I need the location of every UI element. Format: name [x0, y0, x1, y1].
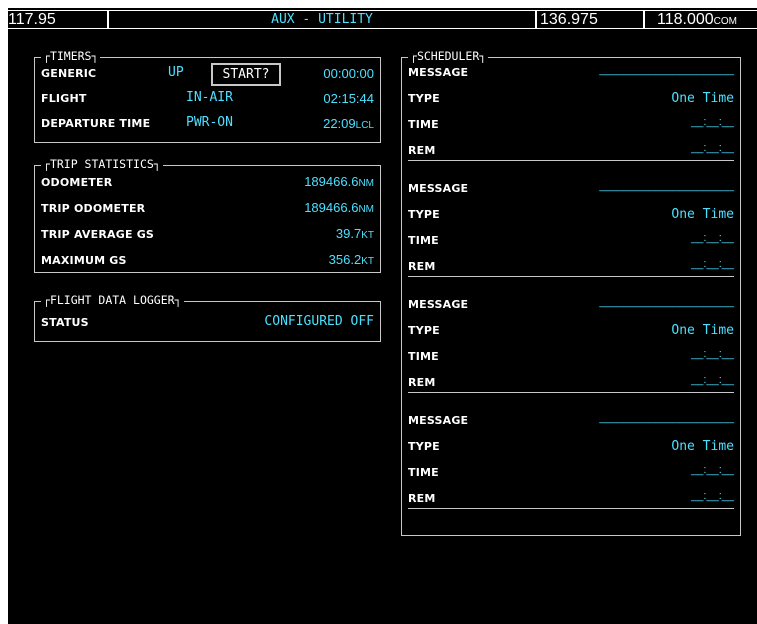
trip-average-gs-row: TRIP AVERAGE GS 39.7KT — [35, 224, 380, 244]
maximum-gs-label: MAXIMUM GS — [41, 254, 127, 267]
scheduler-rem-value[interactable]: __:__:__ — [691, 374, 734, 386]
maximum-gs-row: MAXIMUM GS 356.2KT — [35, 250, 380, 270]
trip-odometer-row: TRIP ODOMETER 189466.6NM — [35, 198, 380, 218]
scheduler-separator — [408, 392, 734, 393]
trip-odometer-value: 189466.6NM — [304, 200, 374, 215]
com-active-frequency: 136.975 — [540, 11, 598, 28]
trip-statistics-title: ┌TRIP STATISTICS┐ — [41, 157, 163, 171]
odometer-row: ODOMETER 189466.6NM — [35, 172, 380, 192]
scheduler-type-value[interactable]: One Time — [671, 323, 734, 338]
scheduler-time-label: TIME — [408, 350, 439, 363]
com-standby-frequency: 118.000 — [657, 11, 714, 28]
scheduler-time-value[interactable]: __:__:__ — [691, 232, 734, 244]
scheduler-time-row: TIME __:__:__ — [402, 346, 740, 366]
generic-label: GENERIC — [41, 67, 97, 80]
mfd-screen: 117.95 AUX - UTILITY 136.975 118.000COM … — [8, 8, 757, 624]
scheduler-time-row: TIME __:__:__ — [402, 230, 740, 250]
scheduler-time-value[interactable]: __:__:__ — [691, 348, 734, 360]
scheduler-rem-label: REM — [408, 260, 436, 273]
scheduler-time-label: TIME — [408, 466, 439, 479]
scheduler-rem-value[interactable]: __:__:__ — [691, 258, 734, 270]
scheduler-type-label: TYPE — [408, 208, 440, 221]
scheduler-rem-row: REM __:__:__ — [402, 256, 740, 276]
scheduler-message-label: MESSAGE — [408, 182, 469, 195]
scheduler-message-label: MESSAGE — [408, 298, 469, 311]
flight-time: 02:15:44 — [323, 91, 374, 106]
scheduler-message-row: MESSAGE ______________________ — [402, 62, 740, 82]
logger-status-value: CONFIGURED OFF — [264, 314, 374, 329]
scheduler-type-row: TYPE One Time — [402, 320, 740, 340]
scheduler-time-value[interactable]: __:__:__ — [691, 464, 734, 476]
timer-generic-row: GENERIC UP START? 00:00:00 — [35, 63, 380, 86]
com-standby-box: 118.000COM — [644, 10, 757, 29]
trip-average-gs-value: 39.7KT — [335, 226, 374, 241]
scheduler-type-label: TYPE — [408, 324, 440, 337]
scheduler-message-value[interactable]: ______________________ — [599, 412, 734, 424]
top-bar: 117.95 AUX - UTILITY 136.975 118.000COM — [8, 8, 757, 31]
scheduler-rem-label: REM — [408, 492, 436, 505]
scheduler-message-row: MESSAGE ______________________ — [402, 178, 740, 198]
scheduler-message-row: MESSAGE ______________________ — [402, 294, 740, 314]
flight-mode[interactable]: IN-AIR — [186, 90, 233, 105]
scheduler-message-value[interactable]: ______________________ — [599, 180, 734, 192]
scheduler-message-row: MESSAGE ______________________ — [402, 410, 740, 430]
timer-departure-row: DEPARTURE TIME PWR-ON 22:09LCL — [35, 113, 380, 133]
logger-status-label: STATUS — [41, 316, 89, 329]
departure-mode[interactable]: PWR-ON — [186, 115, 233, 130]
scheduler-rem-row: REM __:__:__ — [402, 372, 740, 392]
page-title-box: AUX - UTILITY — [108, 10, 536, 29]
timers-group: ┌TIMERS┐ GENERIC UP START? 00:00:00 FLIG… — [34, 49, 381, 143]
generic-time[interactable]: 00:00:00 — [323, 66, 374, 81]
nav-frequency: 117.95 — [8, 11, 56, 28]
com-label: COM — [713, 16, 737, 27]
timer-flight-row: FLIGHT IN-AIR 02:15:44 — [35, 88, 380, 108]
scheduler-separator — [408, 160, 734, 161]
start-timer-button[interactable]: START? — [211, 63, 281, 86]
odometer-label: ODOMETER — [41, 176, 113, 189]
scheduler-type-value[interactable]: One Time — [671, 439, 734, 454]
maximum-gs-value: 356.2KT — [328, 252, 374, 267]
scheduler-rem-value[interactable]: __:__:__ — [691, 142, 734, 154]
scheduler-time-row: TIME __:__:__ — [402, 114, 740, 134]
scheduler-rem-label: REM — [408, 144, 436, 157]
trip-odometer-label: TRIP ODOMETER — [41, 202, 146, 215]
scheduler-rem-row: REM __:__:__ — [402, 488, 740, 508]
scheduler-rem-value[interactable]: __:__:__ — [691, 490, 734, 502]
scheduler-separator — [408, 508, 734, 509]
scheduler-type-label: TYPE — [408, 440, 440, 453]
scheduler-message-label: MESSAGE — [408, 66, 469, 79]
scheduler-type-label: TYPE — [408, 92, 440, 105]
scheduler-type-row: TYPE One Time — [402, 436, 740, 456]
timers-title: ┌TIMERS┐ — [41, 49, 101, 63]
odometer-value: 189466.6NM — [304, 174, 374, 189]
trip-average-gs-label: TRIP AVERAGE GS — [41, 228, 155, 241]
flight-label: FLIGHT — [41, 92, 87, 105]
com-active-box: 136.975 — [536, 10, 644, 29]
departure-time-value: 22:09LCL — [323, 116, 374, 131]
scheduler-type-row: TYPE One Time — [402, 204, 740, 224]
page-title: AUX - UTILITY — [271, 12, 373, 27]
scheduler-time-value[interactable]: __:__:__ — [691, 116, 734, 128]
generic-mode[interactable]: UP — [168, 65, 184, 80]
scheduler-rem-label: REM — [408, 376, 436, 389]
scheduler-message-value[interactable]: ______________________ — [599, 296, 734, 308]
scheduler-group: ┌SCHEDULER┐ MESSAGE _____________________… — [401, 49, 741, 536]
logger-status-row: STATUS CONFIGURED OFF — [35, 312, 380, 332]
scheduler-time-label: TIME — [408, 234, 439, 247]
scheduler-type-value[interactable]: One Time — [671, 207, 734, 222]
trip-statistics-group: ┌TRIP STATISTICS┐ ODOMETER 189466.6NM TR… — [34, 157, 381, 273]
scheduler-type-row: TYPE One Time — [402, 88, 740, 108]
flight-data-logger-title: ┌FLIGHT DATA LOGGER┐ — [41, 293, 184, 307]
scheduler-time-row: TIME __:__:__ — [402, 462, 740, 482]
scheduler-title: ┌SCHEDULER┐ — [408, 49, 489, 63]
nav-frequency-box: 117.95 — [8, 10, 108, 29]
scheduler-message-value[interactable]: ______________________ — [599, 64, 734, 76]
departure-time-label: DEPARTURE TIME — [41, 117, 151, 130]
scheduler-message-label: MESSAGE — [408, 414, 469, 427]
scheduler-rem-row: REM __:__:__ — [402, 140, 740, 160]
flight-data-logger-group: ┌FLIGHT DATA LOGGER┐ STATUS CONFIGURED O… — [34, 293, 381, 342]
scheduler-time-label: TIME — [408, 118, 439, 131]
scheduler-type-value[interactable]: One Time — [671, 91, 734, 106]
scheduler-separator — [408, 276, 734, 277]
